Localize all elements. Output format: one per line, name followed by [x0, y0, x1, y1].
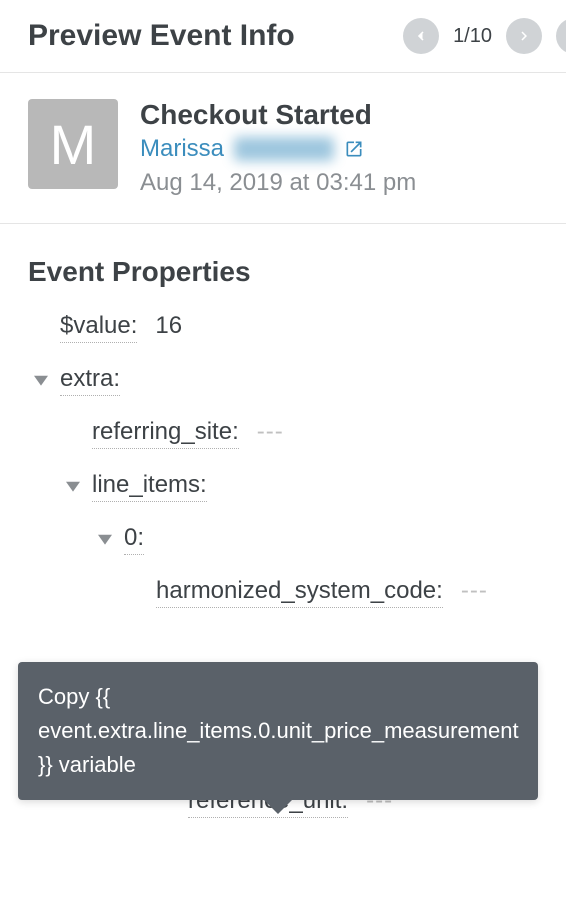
copy-variable-tooltip[interactable]: Copy {{ event.extra.line_items.0.unit_pr… — [18, 662, 538, 800]
prop-zero-row: 0: — [124, 524, 538, 555]
chevron-right-icon — [515, 27, 533, 45]
prop-line-items-row: line_items: — [92, 471, 538, 502]
page-title: Preview Event Info — [28, 19, 295, 53]
prop-key-hsc[interactable]: harmonized_system_code: — [156, 577, 443, 608]
external-link-icon[interactable] — [344, 139, 364, 159]
prop-val-value: 16 — [155, 312, 182, 340]
event-card: M Checkout Started Marissa Aug 14, 2019 … — [0, 73, 566, 224]
page-counter: 1/10 — [453, 25, 492, 48]
caret-down-icon[interactable] — [64, 479, 82, 493]
prop-val-hsc: --- — [461, 577, 488, 605]
prop-key-line-items[interactable]: line_items: — [92, 471, 207, 502]
prop-key-zero[interactable]: 0: — [124, 524, 144, 555]
event-info: Checkout Started Marissa Aug 14, 2019 at… — [140, 99, 538, 197]
event-timestamp: Aug 14, 2019 at 03:41 pm — [140, 169, 538, 197]
caret-down-icon[interactable] — [32, 373, 50, 387]
event-name: Checkout Started — [140, 99, 538, 131]
prop-key-value[interactable]: $value: — [60, 312, 137, 343]
tooltip-line3: }} variable — [38, 752, 136, 777]
prop-key-extra[interactable]: extra: — [60, 365, 120, 396]
chevron-left-icon — [412, 27, 430, 45]
prop-referring-site-row: referring_site: --- — [92, 418, 538, 449]
prop-val-referring-site: --- — [257, 418, 284, 446]
nav-controls: 1/10 — [403, 18, 566, 54]
next-button[interactable] — [506, 18, 542, 54]
prop-extra-row: extra: — [60, 365, 538, 396]
user-row: Marissa — [140, 135, 538, 163]
prev-button[interactable] — [403, 18, 439, 54]
prop-key-referring-site[interactable]: referring_site: — [92, 418, 239, 449]
header-bar: Preview Event Info 1/10 — [0, 0, 566, 73]
prop-value-row: $value: 16 — [60, 312, 538, 343]
tooltip-line2: event.extra.line_items.0.unit_price_meas… — [38, 718, 519, 743]
user-lastname-redacted — [234, 137, 334, 161]
prop-hsc-row: harmonized_system_code: --- — [156, 577, 538, 608]
tooltip-line1: Copy {{ — [38, 684, 110, 709]
close-button[interactable] — [556, 18, 566, 54]
user-firstname[interactable]: Marissa — [140, 135, 224, 163]
properties-title: Event Properties — [28, 256, 538, 288]
caret-down-icon[interactable] — [96, 532, 114, 546]
avatar: M — [28, 99, 118, 189]
